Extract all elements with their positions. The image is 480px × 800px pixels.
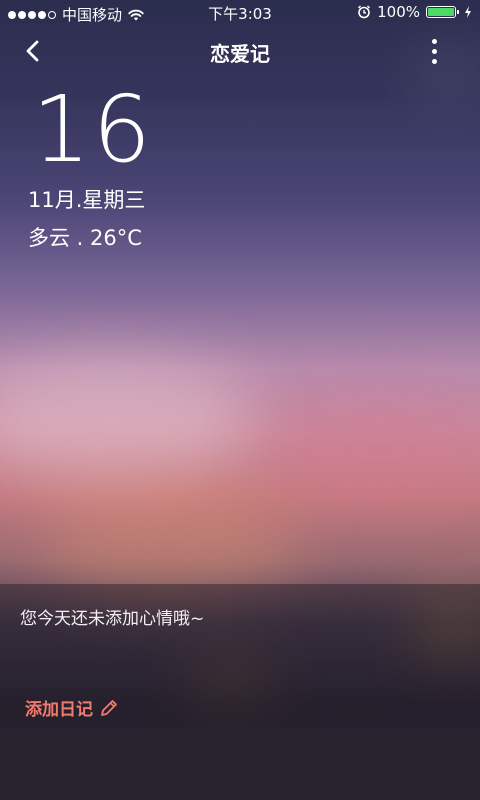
- status-bar: 中国移动 下午3:03 100%: [0, 0, 480, 26]
- add-diary-button[interactable]: 添加日记: [25, 695, 119, 720]
- nav-bar: 恋爱记: [0, 28, 480, 74]
- weather-summary: 多云 . 26°C: [28, 226, 142, 250]
- more-vertical-icon: [431, 38, 437, 44]
- mood-panel: 您今天还未添加心情哦~ 添加日记: [0, 584, 480, 728]
- pencil-icon: [101, 699, 117, 716]
- charging-bolt-icon: [465, 6, 471, 18]
- add-diary-label: 添加日记: [25, 700, 93, 720]
- battery-percent: 100%: [377, 3, 420, 21]
- app-screen: 中国移动 下午3:03 100% 恋爱记 16 11月.星期三 多云 . 26°…: [0, 0, 480, 800]
- status-right: 100%: [357, 3, 472, 21]
- bottom-strip: [0, 728, 480, 800]
- battery-level: [428, 8, 454, 16]
- alarm-clock-icon: [358, 5, 371, 19]
- background-glow: [0, 360, 260, 480]
- more-options-button[interactable]: [422, 36, 446, 66]
- page-title: 恋爱记: [210, 42, 270, 66]
- day-number: 16: [32, 76, 154, 183]
- month-weekday: 11月.星期三: [28, 188, 146, 212]
- mood-empty-message: 您今天还未添加心情哦~: [20, 609, 205, 629]
- background-glow: [260, 400, 480, 500]
- battery-icon: [426, 6, 459, 18]
